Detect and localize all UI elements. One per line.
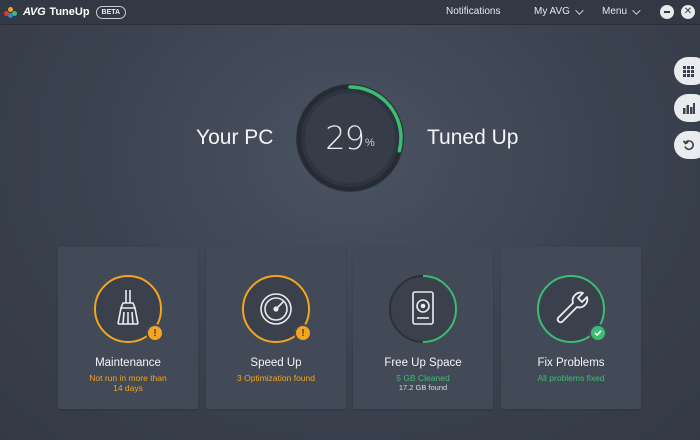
minimize-button[interactable] [660,5,674,19]
status-line: 14 days [113,383,143,393]
free-up-space-title: Free Up Space [384,357,462,369]
warning-icon: ! [301,327,305,339]
space-found-text: 17.2 GB found [398,383,448,392]
warning-icon: ! [153,327,157,339]
apps-grid-button[interactable] [674,57,700,85]
close-icon: ✕ [683,6,693,17]
maintenance-status: Not run in more than 14 days [64,373,192,393]
notifications-link[interactable]: Notifications [446,6,500,17]
menu-label: Menu [602,6,628,17]
title-bar: AVG TuneUp BETA Notifications My AVG Men… [0,0,700,25]
minimize-icon [664,11,670,13]
speed-up-card[interactable]: ! Speed Up 3 Optimization found [206,247,346,409]
my-avg-label: My AVG [534,6,570,17]
statistics-button[interactable] [674,94,700,122]
maintenance-title: Maintenance [95,357,161,369]
app-brand: AVG [23,6,46,18]
grid-icon [683,65,694,77]
free-up-space-ring [389,275,457,343]
hero-left-text: Your PC [196,126,274,149]
gauge-value: 29 % [292,80,408,196]
speed-up-status: 3 Optimization found [212,373,340,383]
hero-right-text: Tuned Up [427,126,519,149]
main-menu[interactable]: Menu [602,5,641,17]
free-up-space-card[interactable]: Free Up Space 5 GB Cleaned 17.2 GB found [353,247,493,409]
speedometer-icon [260,293,292,325]
free-up-space-status: 5 GB Cleaned 17.2 GB found [359,373,487,393]
tuneup-percentage: 29 [325,119,365,157]
my-avg-menu[interactable]: My AVG [534,5,584,17]
notifications-label: Notifications [446,6,501,17]
percent-sign: % [364,137,375,149]
status-line: 3 Optimization found [237,373,315,383]
chevron-down-icon [575,5,584,15]
speed-up-title: Speed Up [250,357,302,369]
bar-chart-icon [683,102,695,114]
beta-badge: BETA [95,5,127,19]
fix-problems-status: All problems fixed [507,373,635,383]
status-line: Not run in more than [89,373,167,383]
fix-problems-title: Fix Problems [537,357,605,369]
avg-logo-icon [4,6,20,18]
checkmark-icon [594,330,602,337]
warning-badge: ! [146,324,164,342]
app-logo: AVG TuneUp BETA [4,5,127,19]
status-line: All problems fixed [537,373,605,383]
chevron-down-icon [632,5,641,15]
status-line: 5 GB Cleaned [396,373,450,383]
app-product-name: TuneUp [49,6,90,18]
restore-icon [683,140,694,151]
maintenance-card[interactable]: ! Maintenance Not run in more than 14 da… [58,247,198,409]
warning-badge: ! [294,324,312,342]
ok-badge [589,324,607,342]
fix-problems-card[interactable]: Fix Problems All problems fixed [501,247,641,409]
restore-button[interactable] [674,131,700,159]
close-button[interactable]: ✕ [681,5,695,19]
